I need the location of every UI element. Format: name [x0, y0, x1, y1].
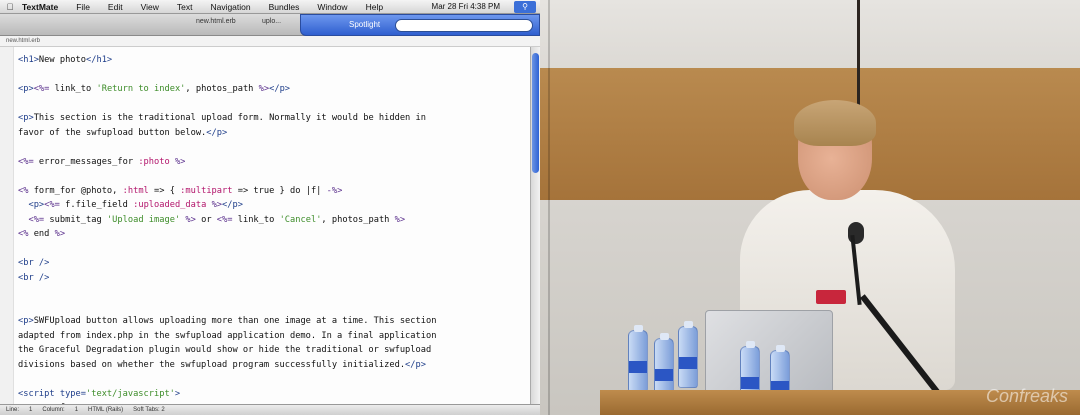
code-line[interactable]	[18, 68, 526, 83]
status-line-value: 1	[29, 407, 33, 413]
status-bar: Line: 1 Column: 1 HTML (Rails) Soft Tabs…	[0, 404, 540, 415]
spotlight-search-input[interactable]	[395, 19, 533, 32]
scrollbar-thumb[interactable]	[532, 53, 539, 173]
code-line[interactable]: <p>SWFUpload button allows uploading mor…	[18, 314, 526, 329]
code-line[interactable]: <h1>New photo</h1>	[18, 53, 526, 68]
code-line[interactable]	[18, 372, 526, 387]
wall-upper	[540, 0, 1080, 70]
code-line[interactable]: <p>This section is the traditional uploa…	[18, 111, 526, 126]
spotlight-panel: Spotlight	[300, 14, 540, 36]
menubar-clock[interactable]: Mar 28 Fri 4:38 PM	[432, 2, 500, 11]
code-editor[interactable]: <h1>New photo</h1> <p><%= link_to 'Retur…	[0, 47, 530, 404]
apple-menu-icon[interactable]: 	[4, 2, 16, 12]
tab-size-selector[interactable]: Soft Tabs: 2	[133, 407, 165, 413]
code-line[interactable]: <% end %>	[18, 227, 526, 242]
spotlight-label: Spotlight	[349, 20, 381, 29]
name-badge	[816, 290, 846, 304]
menu-window[interactable]: Window	[308, 2, 356, 12]
menu-file[interactable]: File	[67, 2, 99, 12]
menu-bar:  TextMate File Edit View Text Navigatio…	[0, 0, 540, 14]
speaker-video: Confreaks	[540, 0, 1080, 415]
vertical-scrollbar[interactable]	[530, 47, 540, 404]
code-line[interactable]	[18, 169, 526, 184]
mac-screen:  TextMate File Edit View Text Navigatio…	[0, 0, 540, 415]
menu-bundles[interactable]: Bundles	[260, 2, 309, 12]
water-bottle	[678, 321, 698, 388]
code-line[interactable]	[18, 97, 526, 112]
menu-view[interactable]: View	[132, 2, 168, 12]
code-text[interactable]: <h1>New photo</h1> <p><%= link_to 'Retur…	[18, 53, 526, 404]
code-line[interactable]	[18, 140, 526, 155]
menu-help[interactable]: Help	[357, 2, 392, 12]
language-selector[interactable]: HTML (Rails)	[88, 407, 123, 413]
water-bottle	[628, 325, 648, 392]
code-line[interactable]: divisions based on whether the swfupload…	[18, 358, 526, 373]
tab-upload[interactable]: uplo...	[262, 18, 281, 25]
code-line[interactable]	[18, 242, 526, 257]
code-line[interactable]: the Graceful Degradation plugin would sh…	[18, 343, 526, 358]
code-line[interactable]	[18, 285, 526, 300]
menu-navigation[interactable]: Navigation	[201, 2, 259, 12]
speaker-hair	[794, 100, 876, 146]
code-line[interactable]: <br />	[18, 271, 526, 286]
spotlight-icon[interactable]: ⚲	[514, 1, 536, 13]
tab-new-html-erb[interactable]: new.html.erb	[196, 18, 236, 25]
code-line[interactable]: <p><%= link_to 'Return to index', photos…	[18, 82, 526, 97]
wall-edge	[548, 0, 550, 415]
status-line-label: Line:	[6, 407, 20, 413]
code-line[interactable]	[18, 300, 526, 315]
menu-text[interactable]: Text	[168, 2, 202, 12]
status-column-label: Column:	[42, 407, 65, 413]
code-line[interactable]: <br />	[18, 256, 526, 271]
document-path: new.html.erb	[0, 36, 540, 47]
editor-gutter[interactable]	[0, 47, 14, 404]
code-line[interactable]: <%= submit_tag 'Upload image' %> or <%= …	[18, 213, 526, 228]
laptop	[705, 310, 833, 396]
menu-app-textmate[interactable]: TextMate	[16, 2, 67, 12]
code-line[interactable]: favor of the swfupload button below.</p>	[18, 126, 526, 141]
menu-edit[interactable]: Edit	[99, 2, 132, 12]
code-line[interactable]: <%= error_messages_for :photo %>	[18, 155, 526, 170]
code-line[interactable]: <script type='text/javascript'>	[18, 387, 526, 402]
code-line[interactable]: adapted from index.php in the swfupload …	[18, 329, 526, 344]
status-column-value: 1	[74, 407, 79, 413]
confreaks-logo: Confreaks	[985, 386, 1068, 406]
code-line[interactable]: <% form_for @photo, :html => { :multipar…	[18, 184, 526, 199]
code-line[interactable]: <p><%= f.file_field :uploaded_data %></p…	[18, 198, 526, 213]
